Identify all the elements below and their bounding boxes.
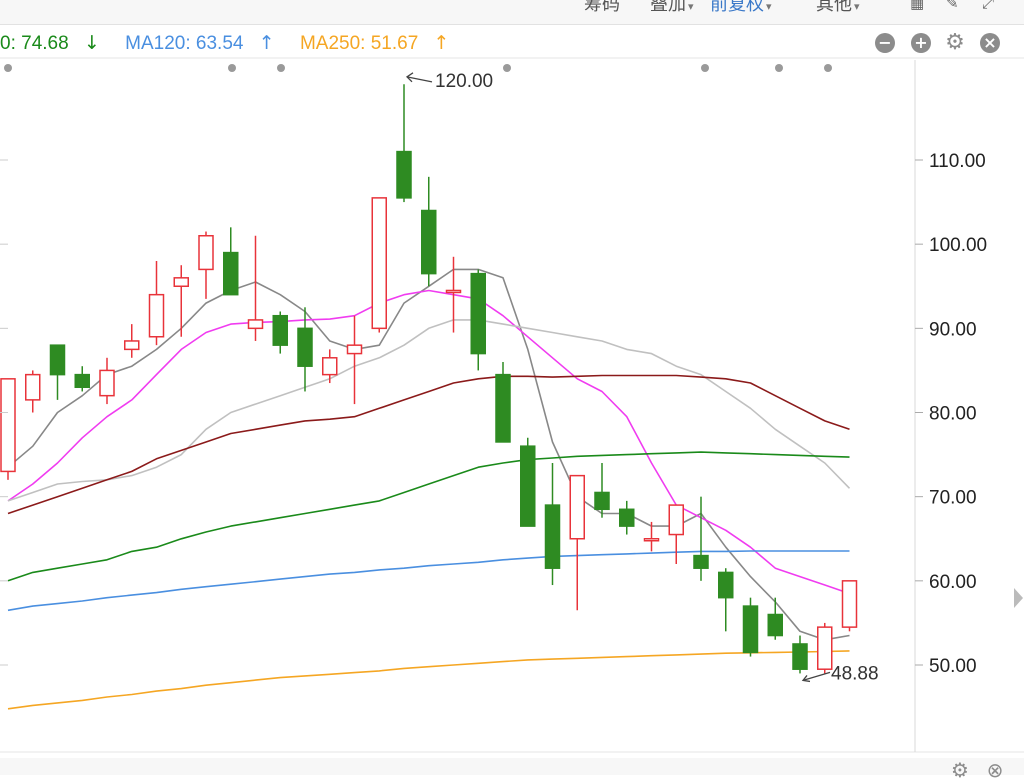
candle-body [396,150,412,199]
candle-up [25,370,41,413]
candle-up [668,504,684,564]
min-price-label: 48.88 [831,663,879,684]
candle-body [718,571,734,599]
candle-body [346,344,363,355]
event-marker [277,64,285,72]
candle-body [841,580,858,628]
ma-line-ma250 [7,650,850,710]
candle-body [124,340,140,351]
candle-body [49,344,66,376]
candle-body [569,474,585,540]
y-tick-label: 80.00 [929,404,977,425]
event-marker [228,64,236,72]
candle-body [148,293,165,338]
candle-down [495,362,511,443]
candle-up [569,474,585,611]
event-marker [701,64,709,72]
candle-body [742,605,759,654]
candle-body [421,209,437,275]
candle-down [74,366,90,392]
annotations: 120.00 48.88 [405,71,879,684]
y-axis: 110.00 100.00 90.00 80.00 70.00 60.00 50.00 [0,60,987,752]
y-tick-label: 50.00 [929,656,977,677]
candle-down [742,597,759,657]
candle-down [693,496,709,581]
candle-down [792,635,808,674]
candle-body [520,445,536,527]
event-marker [4,64,12,72]
y-tick-label: 110.00 [929,151,986,172]
candle-body [643,538,660,542]
candle-body [470,272,486,355]
candle-up [247,235,264,341]
candle-body [272,314,288,346]
max-price-label: 120.00 [435,71,493,92]
candle-down [421,176,437,287]
gear-icon[interactable]: ⚙ [950,760,970,780]
candle-body [0,378,16,473]
candle-down [718,568,734,632]
candle-body [297,327,313,367]
candle-down [49,344,66,400]
candle-down [396,84,412,203]
candle-body [792,643,808,670]
candle-down [470,269,486,371]
candle-up [817,622,833,674]
candle-up [148,261,165,346]
close-icon[interactable]: ⊗ [985,760,1005,780]
candle-down [272,311,288,354]
y-tick-label: 100.00 [929,235,987,256]
candle-body [619,508,635,527]
candle-down [767,597,783,640]
candle-down [619,500,635,535]
candle-body [495,373,511,443]
candle-up [841,580,858,632]
ma-line-ma30 [7,374,850,515]
y-tick-label: 90.00 [929,319,977,340]
candle-body [445,289,462,294]
candle-body [247,319,264,330]
candle-up [198,231,214,299]
candlestick-chart: 110.00 100.00 90.00 80.00 70.00 60.00 50.00 12… [0,57,1024,753]
candle-up [173,265,189,337]
bottom-bar: ⚙ ⊗ [0,758,1024,780]
candle-body [371,197,387,330]
expand-panel-arrow-icon[interactable] [1014,588,1023,608]
moving-average-lines [7,268,851,710]
candle-down [223,227,239,296]
candle-body [74,373,90,388]
candle-down [544,463,561,586]
candle-body [198,235,214,271]
event-marker [824,64,832,72]
candle-body [322,357,338,376]
candle-up [371,197,387,333]
candle-body [767,613,783,637]
candle-body [25,373,41,401]
candle-body [693,554,709,569]
ma-line-ma60 [7,451,850,582]
min-pointer-line [802,671,831,682]
candle-up [124,324,140,358]
candle-body [223,251,239,296]
ma-line-ma10 [7,289,850,595]
candle-down [520,437,536,527]
candle-up [346,315,363,405]
candle-body [594,491,610,511]
candle-body [99,369,115,397]
candle-up [322,349,338,384]
event-markers [4,64,832,72]
candle-up [0,378,16,480]
y-tick-label: 70.00 [929,488,977,509]
candle-up [99,357,115,405]
candle-body [817,626,833,670]
event-marker [503,64,511,72]
grid-lines [0,57,1024,753]
candle-down [594,463,610,518]
event-marker [775,64,783,72]
y-tick-label: 60.00 [929,572,977,593]
candle-body [173,277,189,288]
candle-body [668,504,684,536]
candle-body [544,504,561,569]
